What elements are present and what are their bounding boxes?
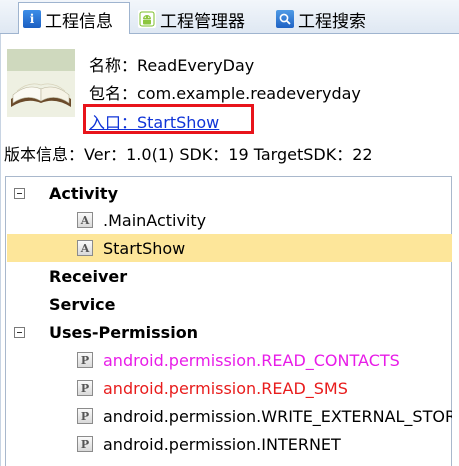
tree-node-label: Receiver [49, 266, 128, 286]
tree-item-activity-selected[interactable]: A StartShow [7, 234, 452, 262]
tree-node-receiver[interactable]: Receiver [7, 262, 452, 290]
info-icon: i [23, 10, 41, 28]
tree-node-label: Service [49, 294, 116, 314]
manifest-tree: Activity A .MainActivity A StartShow Rec… [5, 176, 452, 466]
permission-icon: P [77, 352, 93, 368]
tree-item-permission[interactable]: P android.permission.WRITE_EXTERNAL_STOR… [7, 402, 452, 430]
tree-item-label: StartShow [103, 238, 186, 258]
tab-project-info-label: 工程信息 [45, 11, 113, 32]
app-name: 名称：ReadEveryDay [89, 56, 255, 75]
collapse-icon[interactable] [14, 326, 25, 338]
permission-icon: P [77, 408, 93, 424]
activity-icon: A [77, 212, 93, 228]
tree-item-label: android.permission.READ_CONTACTS [103, 350, 400, 370]
tree-node-uses-permission[interactable]: Uses-Permission [7, 318, 452, 346]
tree-node-label: Activity [49, 183, 118, 203]
collapse-icon[interactable] [14, 187, 25, 199]
permission-icon: P [77, 380, 93, 396]
android-icon [138, 10, 156, 28]
tree-item-permission[interactable]: P android.permission.READ_CONTACTS [7, 346, 452, 374]
version-info: 版本信息：Ver：1.0(1) SDK：19 TargetSDK：22 [4, 145, 373, 164]
activity-icon: A [77, 240, 93, 256]
package-name: 包名：com.example.readeveryday [89, 84, 361, 103]
entry-highlight-box [83, 104, 254, 134]
tab-project-search-label: 工程搜索 [298, 11, 366, 32]
tree-node-label: Uses-Permission [49, 322, 199, 342]
tab-project-info[interactable]: i 工程信息 [18, 2, 130, 35]
tree-item-permission[interactable]: P android.permission.INTERNET [7, 430, 452, 458]
tab-project-manager[interactable]: 工程管理器 [134, 4, 264, 34]
app-icon [7, 49, 75, 117]
tree-item-permission[interactable]: P android.permission.READ_SMS [7, 374, 452, 402]
tree-item-label: android.permission.READ_SMS [103, 378, 348, 398]
search-icon [276, 10, 294, 28]
tree-node-activity[interactable]: Activity [7, 179, 452, 207]
tree-item-activity[interactable]: A .MainActivity [7, 206, 452, 234]
tab-project-search[interactable]: 工程搜索 [272, 4, 384, 34]
permission-icon: P [77, 436, 93, 452]
tree-item-label: android.permission.WRITE_EXTERNAL_STORAG… [103, 406, 452, 426]
tab-project-manager-label: 工程管理器 [160, 11, 245, 32]
tab-strip: i 工程信息 工程管理器 工程搜索 [0, 0, 459, 35]
tree-item-label: android.permission.INTERNET [103, 434, 341, 454]
tree-item-label: .MainActivity [103, 210, 207, 230]
tree-node-service[interactable]: Service [7, 290, 452, 318]
